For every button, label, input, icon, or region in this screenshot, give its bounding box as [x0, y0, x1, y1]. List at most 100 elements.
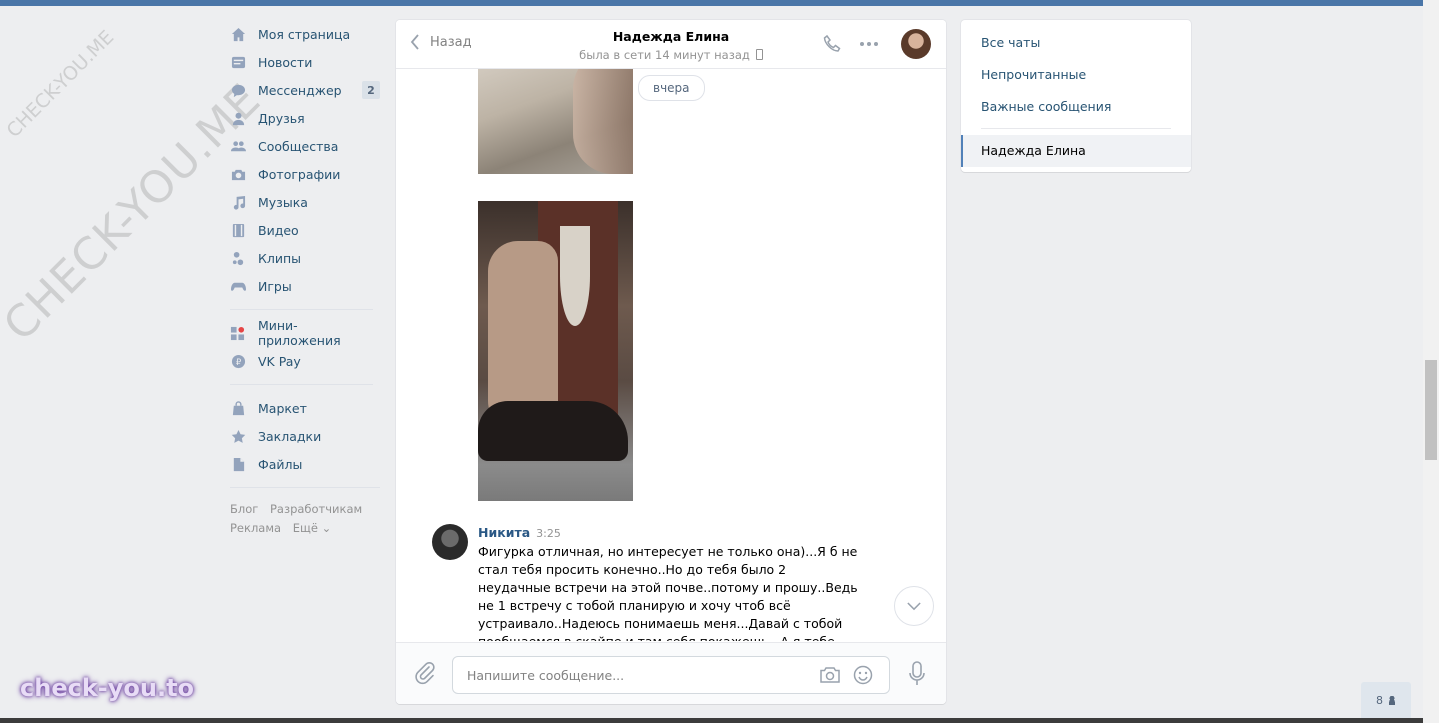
footer-link-blog[interactable]: Блог — [230, 502, 258, 516]
photo-attachment[interactable] — [478, 201, 633, 501]
nav-item-mini-apps[interactable]: Мини-приложения — [230, 318, 380, 348]
communities-icon — [230, 138, 246, 154]
filter-important[interactable]: Важные сообщения — [981, 99, 1111, 114]
nav-label: Новости — [258, 54, 313, 70]
chat-header: Назад Надежда Елина была в сети 14 минут… — [396, 20, 946, 69]
nav-label: Видео — [258, 222, 299, 238]
nav-divider — [230, 487, 380, 488]
paperclip-icon[interactable] — [414, 661, 436, 685]
nav-label: Закладки — [258, 428, 322, 444]
camera-icon — [230, 166, 246, 182]
footer-link-more[interactable]: Ещё ⌄ — [293, 521, 331, 535]
nav-item-bookmarks[interactable]: Закладки — [230, 422, 380, 450]
messenger-icon — [230, 82, 246, 98]
scroll-down-button[interactable] — [894, 586, 934, 626]
nav-item-news[interactable]: Новости — [230, 48, 380, 76]
message-body: Никита 3:25 Фигурка отличная, но интересу… — [478, 525, 858, 641]
top-header-bar — [0, 0, 1423, 6]
star-icon — [230, 428, 246, 444]
active-chat-item[interactable]: Надежда Елина — [961, 135, 1191, 167]
footer-links: Блог Разработчикам Реклама Ещё ⌄ — [230, 500, 380, 538]
nav-item-messenger[interactable]: Мессенджер 2 — [230, 76, 380, 104]
watermark-small: CHECK-YOU.ME — [2, 26, 119, 142]
message-input[interactable] — [465, 657, 809, 693]
emoji-icon[interactable] — [853, 665, 873, 685]
news-icon — [230, 54, 246, 70]
footer-link-ads[interactable]: Реклама — [230, 521, 281, 535]
nav-label: Сообщества — [258, 138, 339, 154]
vkpay-icon: ₽ — [230, 353, 246, 369]
filter-all-chats[interactable]: Все чаты — [981, 35, 1040, 50]
filter-unread[interactable]: Непрочитанные — [981, 67, 1086, 82]
nav-label: Фотографии — [258, 166, 341, 182]
nav-item-vk-pay[interactable]: ₽ VK Pay — [230, 347, 380, 375]
nav-item-clips[interactable]: Клипы — [230, 244, 380, 272]
camera-icon[interactable] — [819, 665, 841, 685]
message-text: Фигурка отличная, но интересует не тольк… — [478, 544, 858, 641]
watermark-logo: check-you.to — [20, 674, 195, 702]
back-label: Назад — [430, 34, 472, 50]
friends-icon — [230, 110, 246, 126]
message-history[interactable]: вчера Никита 3:25 Фигурка отличная, но ин… — [396, 69, 946, 641]
nav-item-music[interactable]: Музыка — [230, 188, 380, 216]
nav-item-video[interactable]: Видео — [230, 216, 380, 244]
messenger-unread-badge: 2 — [362, 81, 380, 99]
message-time[interactable]: 3:25 — [536, 527, 561, 540]
message-input-wrapper — [452, 656, 890, 694]
gamepad-icon — [230, 278, 246, 294]
nav-label: Игры — [258, 278, 292, 294]
call-icon[interactable] — [822, 34, 842, 54]
scrollbar-thumb[interactable] — [1425, 360, 1437, 460]
nav-label: Мини-приложения — [257, 318, 341, 348]
nav-label: Клипы — [258, 250, 302, 266]
video-icon — [230, 222, 246, 238]
chevron-down-icon — [907, 601, 921, 610]
author-avatar[interactable] — [432, 524, 468, 560]
mobile-icon — [755, 49, 763, 60]
peer-status-text: была в сети 14 минут назад — [579, 48, 750, 62]
svg-text:₽: ₽ — [235, 356, 241, 366]
nav-label: Маркет — [258, 400, 307, 416]
nav-label: Файлы — [258, 456, 303, 472]
peer-info[interactable]: Надежда Елина была в сети 14 минут назад — [546, 29, 796, 62]
message-author[interactable]: Никита — [478, 525, 530, 540]
nav-item-files[interactable]: Файлы — [230, 450, 380, 478]
peer-avatar[interactable] — [901, 29, 931, 59]
music-icon — [230, 194, 246, 210]
microphone-icon[interactable] — [908, 661, 926, 687]
person-icon — [1388, 695, 1396, 705]
more-icon[interactable] — [858, 34, 880, 54]
left-nav: Моя страница Новости Мессенджер 2 Друзья… — [230, 20, 380, 538]
back-button[interactable]: Назад — [410, 34, 472, 50]
chat-panel: Назад Надежда Елина была в сети 14 минут… — [396, 20, 946, 704]
nav-item-communities[interactable]: Сообщества — [230, 132, 380, 160]
nav-label: Друзья — [258, 110, 305, 126]
taskbar-strip — [0, 718, 1423, 723]
nav-label: VK Pay — [258, 353, 301, 369]
nav-label: Моя страница — [258, 26, 351, 42]
nav-divider — [230, 384, 373, 385]
page-scrollbar[interactable] — [1423, 0, 1439, 723]
apps-icon — [230, 325, 246, 341]
nav-item-friends[interactable]: Друзья — [230, 104, 380, 132]
nav-item-market[interactable]: Маркет — [230, 394, 380, 422]
footer-link-developers[interactable]: Разработчикам — [270, 502, 362, 516]
friends-online-button[interactable]: 8 — [1361, 682, 1411, 718]
chat-filter-panel: Все чаты Непрочитанные Важные сообщения … — [961, 20, 1191, 172]
friends-online-count: 8 — [1376, 693, 1383, 707]
peer-status: была в сети 14 минут назад — [546, 48, 796, 62]
nav-label: Музыка — [258, 194, 308, 210]
home-icon — [230, 26, 246, 42]
filter-divider — [981, 128, 1171, 129]
chevron-left-icon — [410, 34, 419, 50]
nav-item-games[interactable]: Игры — [230, 272, 380, 300]
file-icon — [230, 456, 246, 472]
peer-name: Надежда Елина — [612, 29, 730, 44]
active-chat-name: Надежда Елина — [981, 143, 1086, 158]
nav-label: Мессенджер — [258, 82, 342, 98]
nav-item-photos[interactable]: Фотографии — [230, 160, 380, 188]
message-composer — [396, 642, 946, 704]
nav-item-my-page[interactable]: Моя страница — [230, 20, 380, 48]
date-divider: вчера — [638, 75, 705, 101]
photo-attachment[interactable] — [478, 69, 633, 174]
